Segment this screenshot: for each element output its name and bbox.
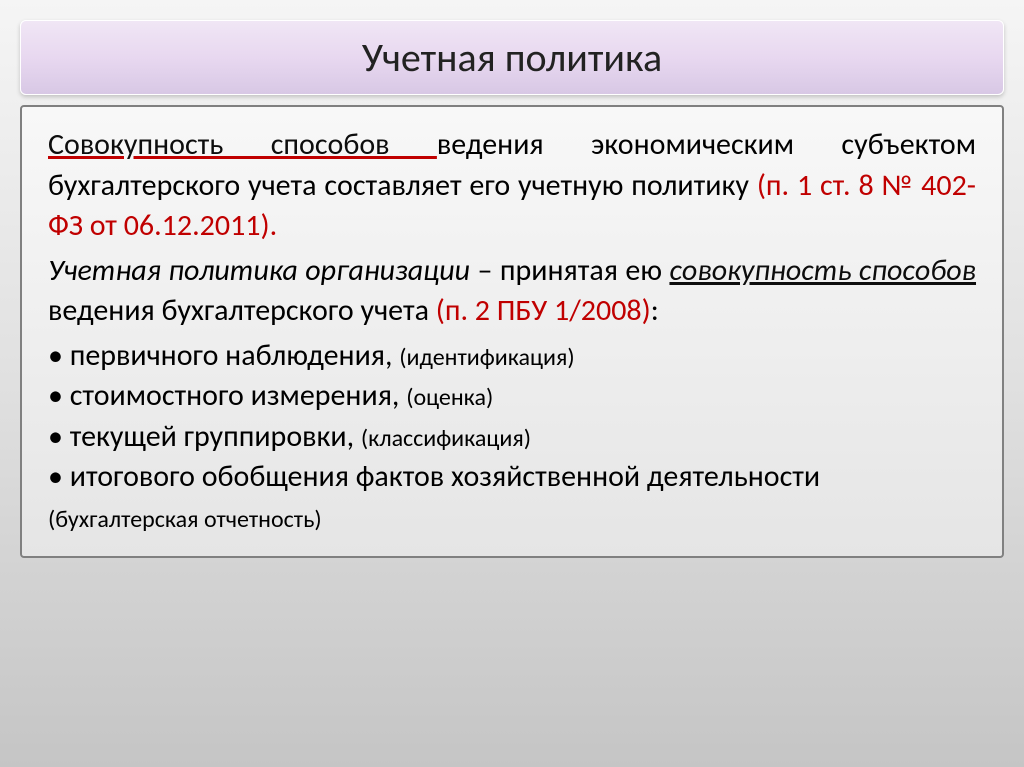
- slide-title: Учетная политика: [41, 33, 983, 82]
- para2-text1: – принятая ею: [470, 252, 669, 289]
- bullet-1: • первичного наблюдения, (идентификация): [48, 336, 976, 377]
- bullet-2-note: (оценка): [406, 383, 493, 412]
- para2-after: :: [651, 292, 659, 329]
- term-underlined-1: Совокупность способов: [48, 126, 437, 163]
- para2-italic: Учетная политика организации: [48, 252, 470, 289]
- bullet-3-main: • текущей группировки,: [48, 418, 361, 455]
- bullet-4: • итогового обобщения фактов хозяйственн…: [48, 457, 976, 538]
- slide-title-bar: Учетная политика: [20, 20, 1004, 95]
- bullet-1-main: • первичного наблюдения,: [48, 337, 399, 374]
- term-underlined-2: совокупность способов: [669, 252, 976, 289]
- bullet-4-main: • итогового обобщения фактов хозяйственн…: [48, 458, 820, 495]
- bullet-2-main: • стоимостного измерения,: [48, 377, 406, 414]
- paragraph-1: Совокупность способов ведения экономичес…: [48, 125, 976, 247]
- para2-text2: ведения бухгалтерского учета: [48, 292, 436, 329]
- bullet-3: • текущей группировки, (классификация): [48, 417, 976, 458]
- bullet-4-note: (бухгалтерская отчетность): [48, 505, 322, 534]
- bullet-3-note: (классификация): [361, 424, 531, 453]
- paragraph-2: Учетная политика организации – принятая …: [48, 251, 976, 332]
- content-box: Совокупность способов ведения экономичес…: [20, 105, 1004, 558]
- bullet-2: • стоимостного измерения, (оценка): [48, 376, 976, 417]
- bullet-1-note: (идентификация): [399, 343, 574, 372]
- para2-citation: (п. 2 ПБУ 1/2008): [436, 292, 651, 329]
